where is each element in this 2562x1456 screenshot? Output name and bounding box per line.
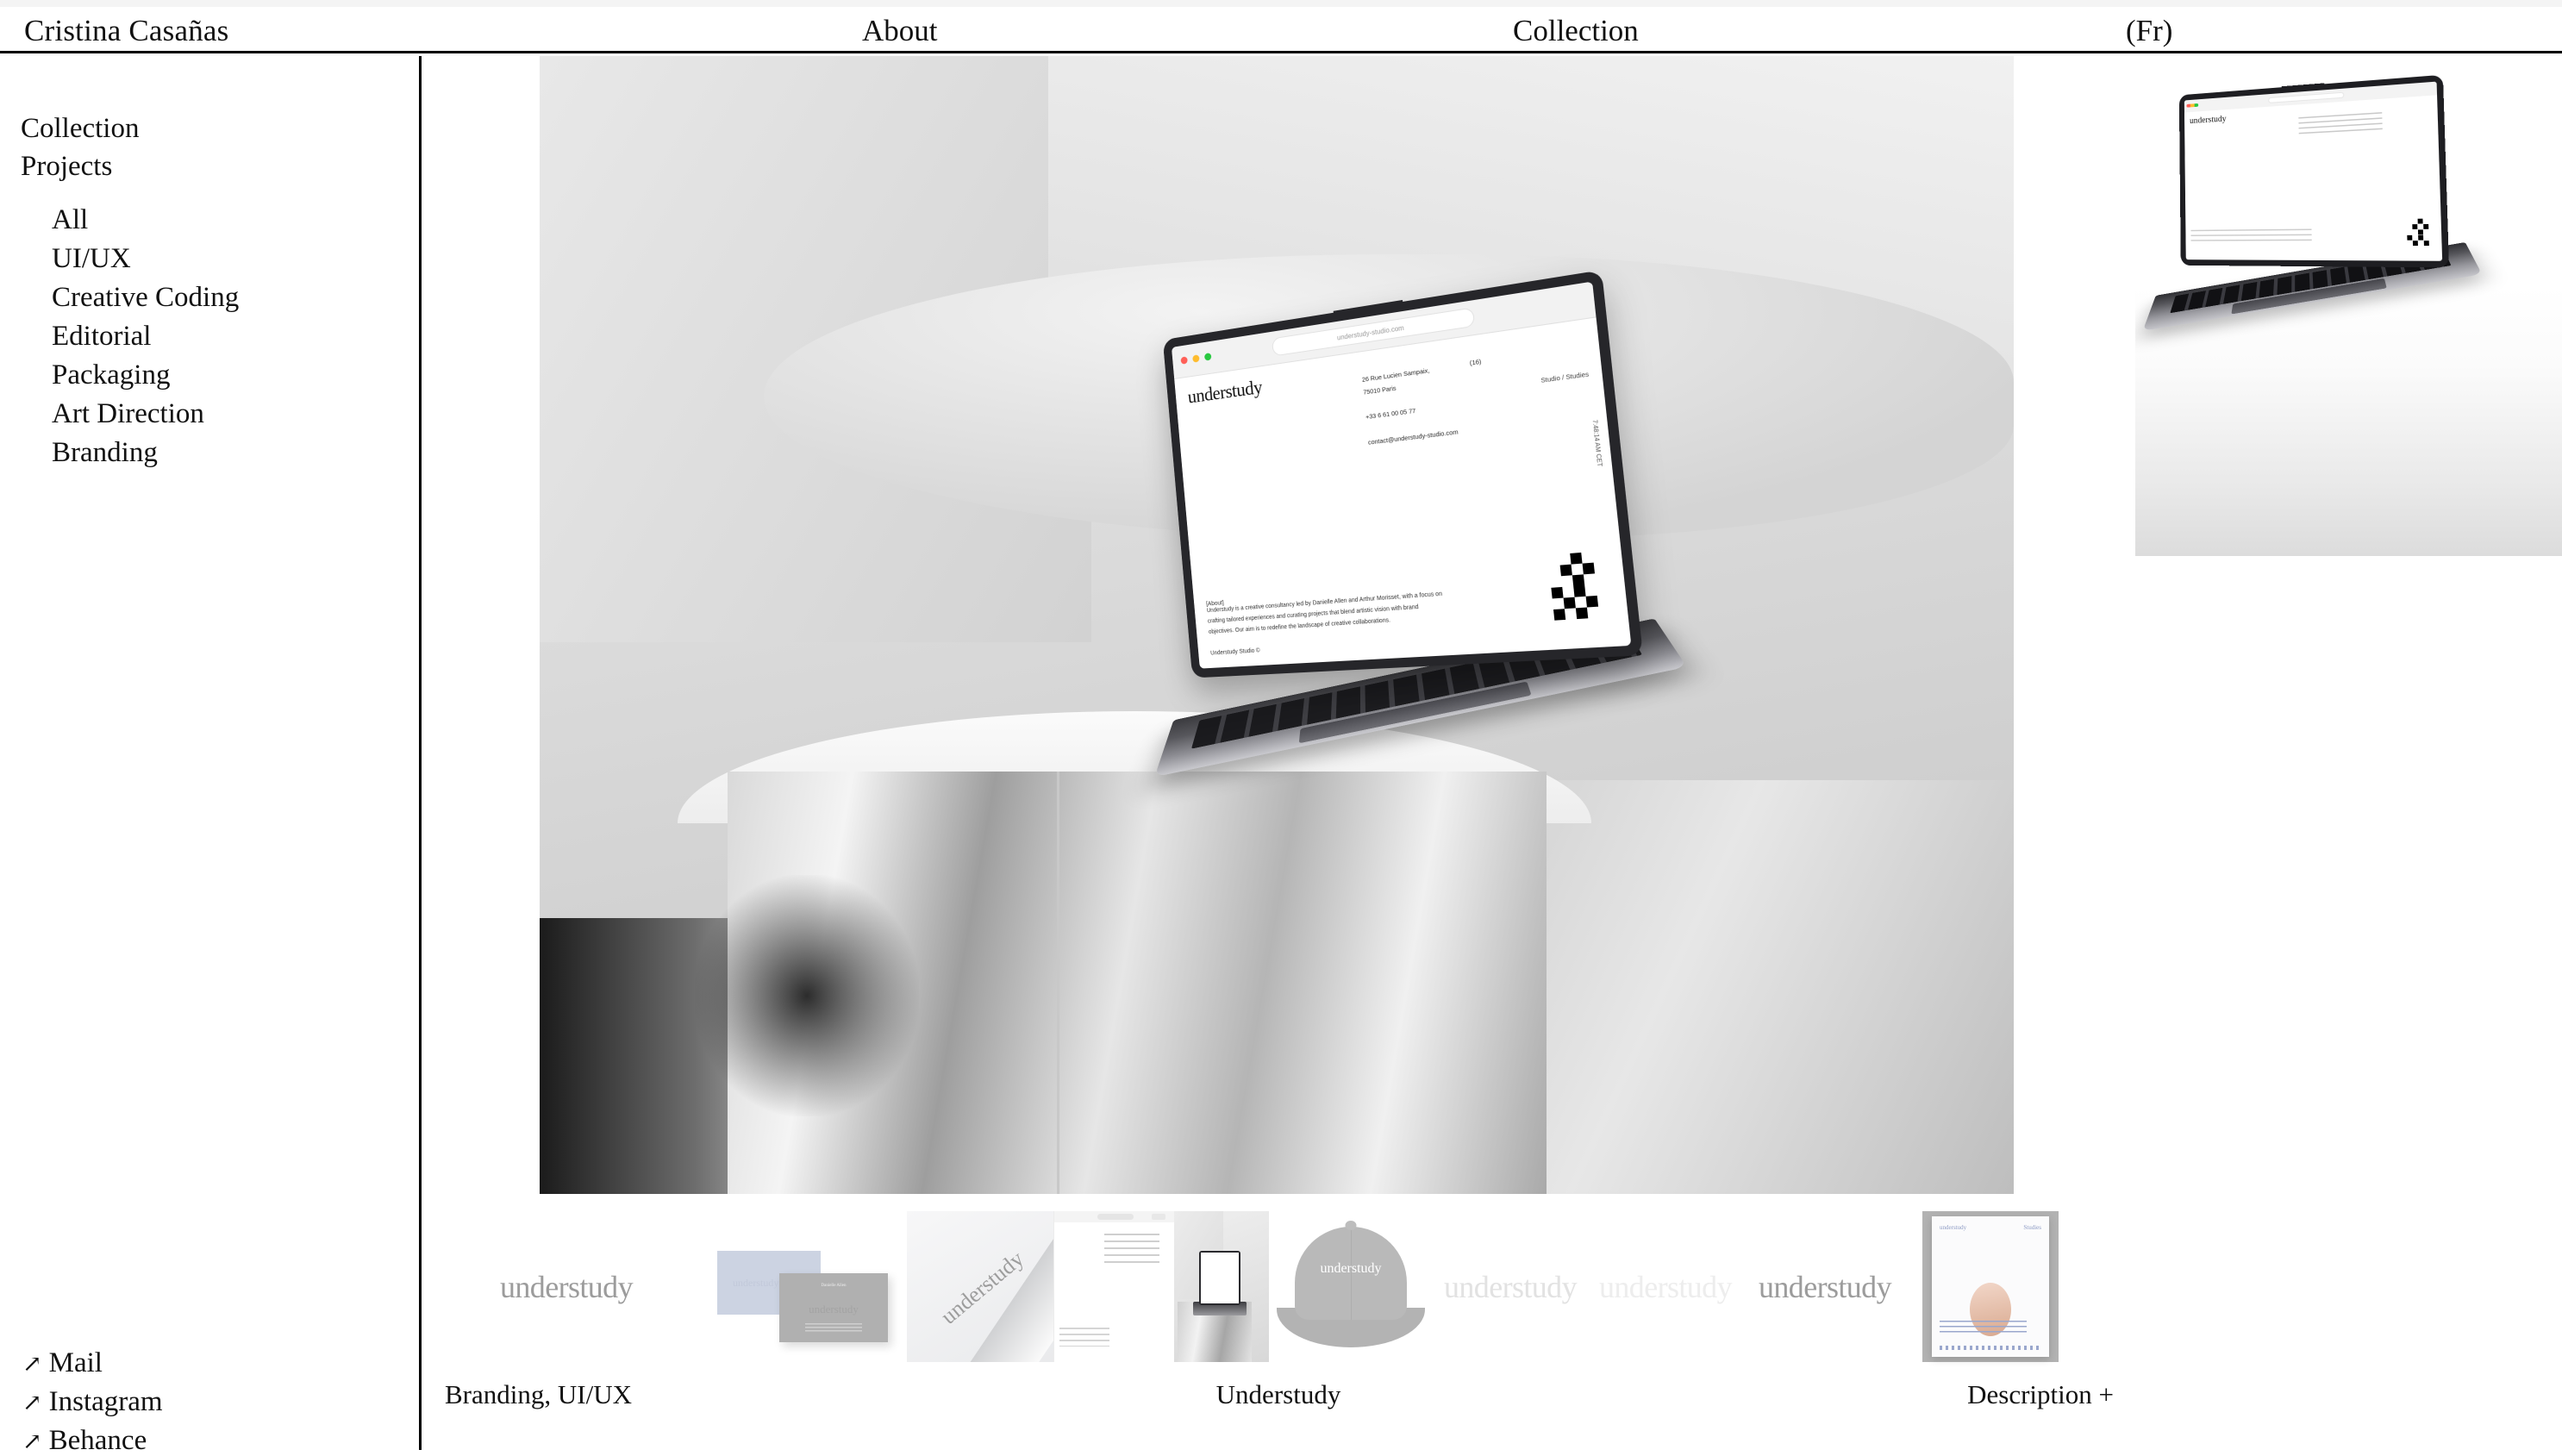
thumbnail-wordmark-grey[interactable]: understudy xyxy=(424,1211,709,1362)
thumbnail-website-screen[interactable] xyxy=(1053,1211,1174,1362)
site-brand[interactable]: Cristina Casañas xyxy=(24,14,228,48)
sidebar-filter-editorial[interactable]: Editorial xyxy=(52,322,151,351)
hero-laptop-screen: understudy-studio.com understudy 26 Rue … xyxy=(1171,281,1632,669)
thumb-web-text-lines xyxy=(1104,1234,1160,1263)
rail-site-preview: understudy xyxy=(2184,81,2442,261)
thumbnail-wordmark-text: understudy xyxy=(1444,1269,1578,1304)
sidebar-filter-art-direction[interactable]: Art Direction xyxy=(52,400,204,428)
rail-site-text-lines xyxy=(2298,112,2383,136)
thumbnail-wordmark-faint-2[interactable]: understudy xyxy=(1588,1211,1743,1362)
project-caption-bar: Branding, UI/UX Understudy Description + xyxy=(424,1379,2133,1431)
understudy-about-text: Understudy is a creative consultancy led… xyxy=(1206,591,1443,635)
sidebar: Collection Projects All UI/UX Creative C… xyxy=(0,56,422,1455)
sidebar-filter-packaging[interactable]: Packaging xyxy=(52,361,170,390)
hero-image[interactable]: understudy-studio.com understudy 26 Rue … xyxy=(540,56,2014,1194)
business-card-back: Danielle Allen understudy xyxy=(779,1273,888,1342)
project-tags[interactable]: Branding, UI/UX xyxy=(445,1379,632,1410)
poster-sheet: understudy Studies xyxy=(1932,1216,2049,1357)
understudy-wordmark: understudy xyxy=(1186,376,1264,408)
social-link-instagram[interactable]: ↗ Instagram xyxy=(22,1388,163,1416)
cap-embroidery-text: understudy xyxy=(1320,1261,1382,1276)
nav-item-about[interactable]: About xyxy=(862,14,938,48)
hero-laptop-lid: understudy-studio.com understudy 26 Rue … xyxy=(1162,270,1644,678)
hero-table-seam xyxy=(1057,772,1059,1194)
rail-understudy-wordmark: understudy xyxy=(2189,113,2227,126)
sidebar-heading-collection: Collection xyxy=(21,113,140,144)
sidebar-filter-ui-ux[interactable]: UI/UX xyxy=(52,245,131,273)
thumbnail-cap[interactable]: understudy xyxy=(1269,1211,1433,1362)
business-card-back-text: understudy xyxy=(809,1303,859,1315)
nav-language-toggle[interactable]: (Fr) xyxy=(2126,14,2172,48)
sidebar-filter-branding[interactable]: Branding xyxy=(52,439,158,467)
project-title: Understudy xyxy=(1215,1379,1341,1409)
business-card-name: Danielle Allen xyxy=(821,1284,847,1288)
understudy-index-number: (16) xyxy=(1469,357,1482,367)
hero-laptop: understudy-studio.com understudy 26 Rue … xyxy=(1113,270,1687,778)
thumbnail-wordmark-text: understudy xyxy=(1599,1269,1733,1304)
browser-traffic-lights xyxy=(1180,353,1212,365)
social-link-mail[interactable]: ↗ Mail xyxy=(22,1349,103,1378)
social-link-mail-label: Mail xyxy=(48,1347,103,1378)
thumbnail-letterhead[interactable]: understudy xyxy=(907,1211,1053,1362)
poster-footer-line xyxy=(1940,1346,2040,1350)
thumbnail-business-cards[interactable]: understudy Danielle Allen understudy xyxy=(709,1211,907,1362)
cap-button xyxy=(1345,1221,1357,1230)
window-top-strip xyxy=(0,0,2562,7)
rail-laptop-figure: understudy xyxy=(2142,74,2483,348)
understudy-contact-block: 26 Rue Lucien Sampaix, 75010 Paris +33 6… xyxy=(1361,366,1459,447)
close-icon xyxy=(1180,356,1188,365)
rail-laptop-lid: understudy xyxy=(2178,74,2450,268)
thumbnail-wordmark-text: understudy xyxy=(1759,1269,1892,1304)
sidebar-heading-projects: Projects xyxy=(21,151,113,182)
maximize-icon xyxy=(1203,353,1212,361)
social-link-behance[interactable]: ↗ Behance xyxy=(22,1427,147,1455)
understudy-nav-links: Studio / Studies xyxy=(1540,370,1590,384)
business-card-front-text: understudy xyxy=(733,1277,779,1289)
rail-site-about-lines xyxy=(2190,228,2312,245)
description-toggle-button[interactable]: Description + xyxy=(1967,1379,2114,1410)
project-thumbnail-strip: understudy understudy Danielle Allen und… xyxy=(424,1211,2133,1362)
pixel-glyph-icon xyxy=(1540,551,1604,625)
nav-item-collection[interactable]: Collection xyxy=(1513,14,1639,48)
rail-item-wooden-desk[interactable] xyxy=(2135,1431,2562,1450)
social-link-behance-label: Behance xyxy=(48,1425,147,1456)
sidebar-filter-creative-coding[interactable]: Creative Coding xyxy=(52,284,239,312)
thumbnail-wordmark-faint[interactable]: understudy xyxy=(1433,1211,1588,1362)
thumb-browser-bar xyxy=(1054,1211,1174,1222)
thumbnail-wordmark-grey-2[interactable]: understudy xyxy=(1743,1211,1907,1362)
understudy-footer: Understudy Studio © xyxy=(1210,647,1260,657)
arrow-up-right-icon: ↗ xyxy=(22,1351,42,1377)
arrow-up-right-icon: ↗ xyxy=(22,1390,42,1415)
thumb-desk-laptop-screen xyxy=(1198,1250,1240,1305)
main-stage: understudy-studio.com understudy 26 Rue … xyxy=(424,56,2133,1450)
rail-item-floating-laptop[interactable]: understudy xyxy=(2135,56,2562,556)
social-link-instagram-label: Instagram xyxy=(48,1386,163,1417)
thumbnail-poster[interactable]: understudy Studies xyxy=(1922,1211,2059,1362)
thumbnail-wordmark-text: understudy xyxy=(500,1269,634,1304)
site-header: Cristina Casañas About Collection (Fr) xyxy=(0,7,2562,53)
pixel-glyph-icon xyxy=(2403,218,2431,250)
poster-header-left: understudy xyxy=(1940,1224,1967,1231)
right-rail: understudy 9:41 ← visus xyxy=(2135,56,2562,1450)
understudy-clock: 7:48:14 AM CET xyxy=(1590,419,1603,467)
hero-shadow-blob xyxy=(695,875,919,1116)
understudy-site-preview: understudy-studio.com understudy 26 Rue … xyxy=(1171,281,1631,669)
sidebar-filter-all[interactable]: All xyxy=(52,206,88,234)
poster-header-right: Studies xyxy=(2023,1224,2041,1231)
thumbnail-laptop-on-table[interactable] xyxy=(1174,1211,1269,1362)
poster-text-block xyxy=(1940,1321,2027,1334)
minimize-icon xyxy=(1192,354,1200,363)
thumb-web-footer-lines xyxy=(1059,1328,1110,1347)
business-card-detail-lines xyxy=(805,1323,862,1334)
